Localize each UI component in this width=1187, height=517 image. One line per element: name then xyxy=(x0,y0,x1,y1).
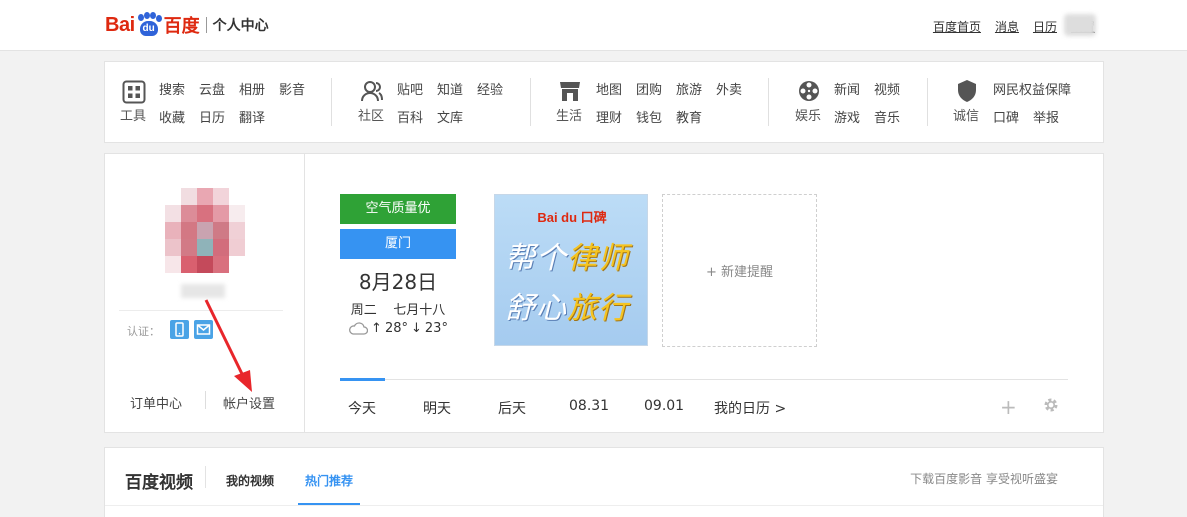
nav-separator xyxy=(331,78,332,126)
video-section-title: 百度视频 xyxy=(125,473,193,493)
arrow-down-icon: ↓ xyxy=(411,321,422,336)
nav-link-finance[interactable]: 理财 xyxy=(596,107,622,126)
nav-link-calendar[interactable]: 日历 xyxy=(199,107,225,126)
nav-link-cloud[interactable]: 云盘 xyxy=(199,79,225,98)
logo-bai-text: Bai xyxy=(105,13,135,36)
nav-label-credit[interactable]: 诚信 xyxy=(953,105,979,124)
gear-icon[interactable] xyxy=(1042,396,1060,414)
shield-icon xyxy=(958,80,976,102)
nav-link-media[interactable]: 影音 xyxy=(279,79,305,98)
nav-link-zhidao[interactable]: 知道 xyxy=(437,79,463,98)
weather-widget: 空气质量优 厦门 8月28日 周二 七月十八 ↑ 28° ↓ 23° xyxy=(340,194,456,336)
active-tab-indicator xyxy=(340,378,385,381)
top-header: Bai du 百度 个人中心 百度首页 消息 日历 设置 xyxy=(0,0,1187,51)
nav-link-travel[interactable]: 旅游 xyxy=(676,79,702,98)
tab-0831[interactable]: 08.31 xyxy=(569,398,609,414)
arrow-up-icon: ↑ xyxy=(371,321,382,336)
logo-subtitle: 个人中心 xyxy=(212,18,269,34)
nav-label-entertainment[interactable]: 娱乐 xyxy=(795,105,821,124)
nav-link-news[interactable]: 新闻 xyxy=(834,79,860,98)
weekday: 周二 xyxy=(350,303,377,318)
baidu-logo[interactable]: Bai du 百度 个人中心 xyxy=(105,10,269,40)
nav-separator xyxy=(530,78,531,126)
nav-label-community[interactable]: 社区 xyxy=(358,105,384,124)
tab-0901[interactable]: 09.01 xyxy=(644,398,684,414)
new-reminder-button[interactable]: + 新建提醒 xyxy=(662,194,817,347)
tab-today[interactable]: 今天 xyxy=(348,398,376,418)
nav-link-jingyan[interactable]: 经验 xyxy=(477,79,503,98)
ad-headline-1: 帮个律师 xyxy=(505,241,629,276)
logo-cn-text: 百度 xyxy=(163,16,200,37)
nav-label-life[interactable]: 生活 xyxy=(556,105,582,124)
service-nav: 工具 搜索 云盘 相册 影音 收藏 日历 翻译 社区 贴吧 知道 经验 百科 文… xyxy=(104,61,1104,143)
nav-link-koubei[interactable]: 口碑 xyxy=(993,107,1019,126)
phone-cert-icon[interactable] xyxy=(170,320,189,339)
koubei-ad-banner[interactable]: Bai du 口碑 帮个律师 舒心旅行 xyxy=(494,194,648,346)
city-button[interactable]: 厦门 xyxy=(340,229,456,259)
nav-link-tieba[interactable]: 贴吧 xyxy=(397,79,423,98)
link-baidu-home[interactable]: 百度首页 xyxy=(933,18,981,35)
nav-link-album[interactable]: 相册 xyxy=(239,79,265,98)
nav-link-music[interactable]: 音乐 xyxy=(874,107,900,126)
tab-tomorrow[interactable]: 明天 xyxy=(423,398,451,418)
tab-my-calendar[interactable]: 我的日历 > xyxy=(714,398,786,418)
tools-grid-icon xyxy=(122,80,146,104)
nav-link-search[interactable]: 搜索 xyxy=(159,79,185,98)
nav-link-wallet[interactable]: 钱包 xyxy=(636,107,662,126)
date-display: 8月28日 xyxy=(358,270,438,294)
link-messages[interactable]: 消息 xyxy=(995,18,1019,35)
video-divider xyxy=(105,505,1103,506)
paw-icon: du xyxy=(136,12,162,38)
nav-link-group-buy[interactable]: 团购 xyxy=(636,79,662,98)
nav-separator xyxy=(927,78,928,126)
nav-link-map[interactable]: 地图 xyxy=(596,79,622,98)
order-center-link[interactable]: 订单中心 xyxy=(130,393,182,412)
film-reel-icon xyxy=(799,81,819,101)
nav-link-video[interactable]: 视频 xyxy=(874,79,900,98)
lunar-date: 七月十八 xyxy=(393,303,446,318)
nav-link-favorites[interactable]: 收藏 xyxy=(159,107,185,126)
ad-brand: Bai du 口碑 xyxy=(537,210,607,225)
user-avatar-small[interactable] xyxy=(1064,14,1096,36)
community-people-icon xyxy=(361,81,383,102)
download-promo-link[interactable]: 下载百度影音 享受视听盛宴 xyxy=(910,470,1058,487)
link-calendar[interactable]: 日历 xyxy=(1033,18,1057,35)
nav-link-takeout[interactable]: 外卖 xyxy=(716,79,742,98)
nav-separator xyxy=(768,78,769,126)
temperature-line: ↑ 28° ↓ 23° xyxy=(340,321,456,336)
nav-link-baike[interactable]: 百科 xyxy=(397,107,423,126)
user-avatar[interactable] xyxy=(165,188,245,273)
cloud-icon xyxy=(349,322,369,335)
temp-high: 28° xyxy=(384,321,408,336)
red-arrow-annotation xyxy=(204,299,252,392)
nav-link-wenku[interactable]: 文库 xyxy=(437,107,463,126)
certification-label: 认证： xyxy=(127,325,160,338)
tab-my-videos[interactable]: 我的视频 xyxy=(226,472,274,489)
air-quality-badge[interactable]: 空气质量优 xyxy=(340,194,456,224)
ad-headline-2: 舒心旅行 xyxy=(505,291,629,326)
nav-label-tools[interactable]: 工具 xyxy=(120,105,146,124)
nav-link-games[interactable]: 游戏 xyxy=(834,107,860,126)
nav-link-translate[interactable]: 翻译 xyxy=(239,107,265,126)
logo-separator xyxy=(205,17,207,33)
baidu-video-section: 百度视频 我的视频 热门推荐 下载百度影音 享受视听盛宴 xyxy=(104,447,1104,517)
tab-hot-recommend[interactable]: 热门推荐 xyxy=(305,472,353,489)
store-icon xyxy=(560,82,580,101)
nav-link-report[interactable]: 举报 xyxy=(1033,107,1059,126)
add-event-icon[interactable]: + xyxy=(1000,395,1017,419)
nav-link-education[interactable]: 教育 xyxy=(676,107,702,126)
nav-link-rights[interactable]: 网民权益保障 xyxy=(993,79,1071,98)
weekday-lunar: 周二 七月十八 xyxy=(340,299,456,318)
temp-low: 23° xyxy=(424,321,448,336)
video-title-separator xyxy=(205,466,206,488)
calendar-tabs: 今天 明天 后天 08.31 09.01 我的日历 > + xyxy=(340,378,1068,431)
logo-du-text: du xyxy=(139,21,158,36)
tab-day-after[interactable]: 后天 xyxy=(498,398,526,418)
